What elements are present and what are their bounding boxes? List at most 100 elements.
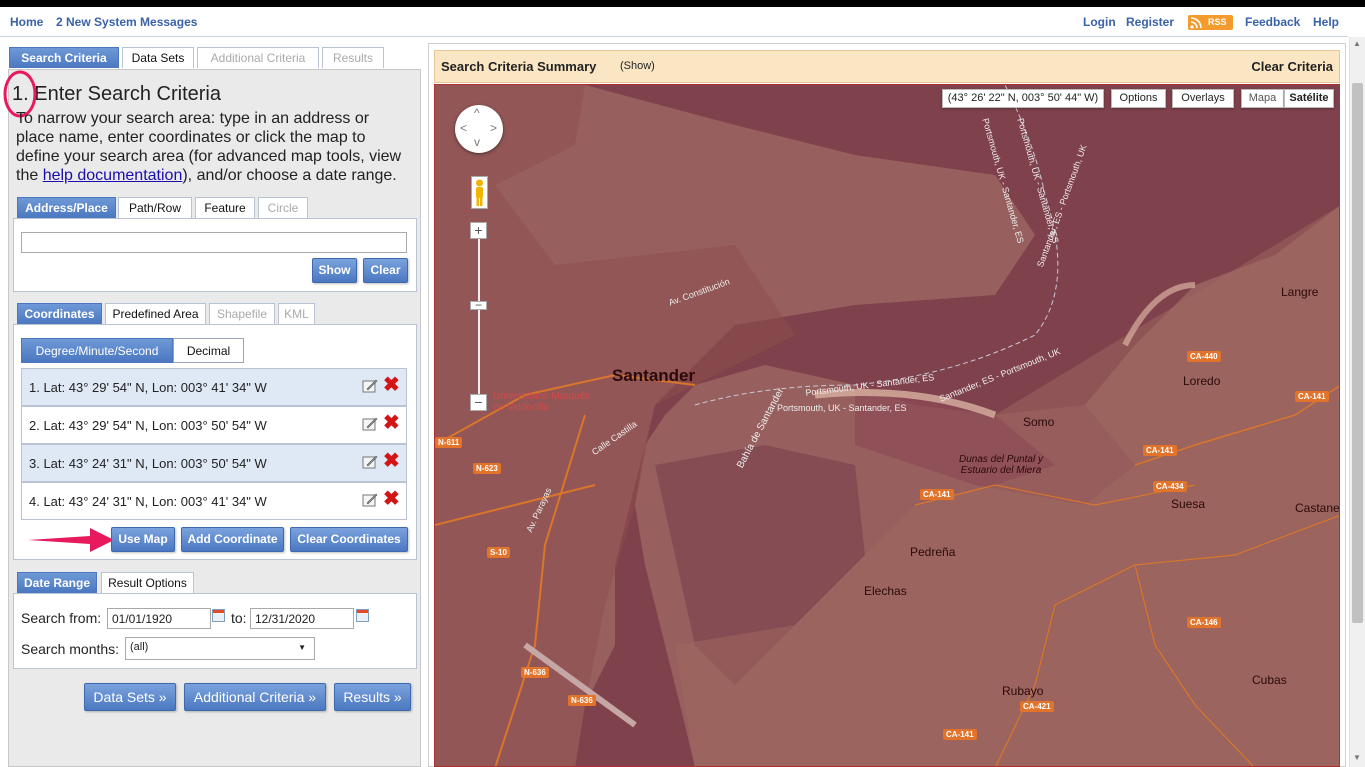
tab-predefined-area[interactable]: Predefined Area — [105, 303, 206, 324]
summary-title: Search Criteria Summary — [441, 59, 597, 74]
road-tag: CA-421 — [1020, 701, 1054, 712]
map-terrain — [435, 85, 1339, 766]
map-label-langre: Langre — [1281, 285, 1319, 299]
nav-feedback-link[interactable]: Feedback — [1245, 15, 1300, 29]
tab-result-options[interactable]: Result Options — [101, 572, 194, 593]
zoom-slider-handle[interactable]: − — [470, 299, 487, 311]
nav-help-link[interactable]: Help — [1313, 15, 1339, 29]
tab-date-range[interactable]: Date Range — [17, 572, 97, 593]
road-tag: S-10 — [487, 547, 510, 558]
map-label-hospital: Universitario Marqués de Valdecilla — [493, 391, 591, 413]
nav-messages-link[interactable]: 2 New System Messages — [56, 15, 197, 29]
coordinate-text: 2. Lat: 43° 29' 54" N, Lon: 003° 50' 54"… — [29, 418, 267, 433]
date-to-input[interactable]: 12/31/2020 — [250, 608, 354, 629]
delete-icon[interactable]: ✖ — [383, 451, 400, 471]
zoom-out-icon[interactable]: − — [470, 394, 487, 411]
map-type-satelite-button[interactable]: Satélite — [1284, 89, 1334, 108]
search-months-select[interactable]: (all) ▼ — [125, 637, 315, 660]
delete-icon[interactable]: ✖ — [383, 489, 400, 509]
date-to-label: to: — [231, 610, 247, 626]
tab-decimal[interactable]: Decimal — [173, 338, 244, 363]
tab-degree-minute-second[interactable]: Degree/Minute/Second — [21, 338, 173, 363]
scroll-up-icon[interactable]: ▲ — [1353, 39, 1361, 48]
calendar-icon[interactable] — [212, 609, 225, 622]
edit-icon[interactable] — [362, 416, 378, 432]
road-tag: N-611 — [435, 437, 463, 448]
help-documentation-link[interactable]: help documentation — [43, 167, 183, 184]
road-tag: N-636 — [521, 667, 549, 678]
annotation-arrow-icon — [28, 528, 114, 552]
rss-icon[interactable]: RSS — [1188, 15, 1233, 30]
zoom-slider-track[interactable] — [478, 223, 480, 403]
tab-address-place[interactable]: Address/Place — [17, 197, 116, 218]
tab-results[interactable]: Results — [322, 47, 384, 68]
road-tag: N-636 — [568, 695, 596, 706]
road-tag: CA-146 — [1187, 617, 1221, 628]
coordinate-readout: (43° 26' 22" N, 003° 50' 44" W) — [942, 89, 1104, 108]
use-map-button[interactable]: Use Map — [111, 527, 175, 552]
clear-criteria-link[interactable]: Clear Criteria — [1251, 59, 1333, 74]
tab-data-sets[interactable]: Data Sets — [122, 47, 194, 68]
road-tag: CA-141 — [1143, 445, 1177, 456]
step-title: Enter Search Criteria — [34, 83, 221, 105]
top-navigation: Home 2 New System Messages Login Registe… — [0, 7, 1348, 37]
tab-path-row[interactable]: Path/Row — [118, 197, 192, 218]
map-label-santander: Santander — [612, 366, 696, 385]
map-options-button[interactable]: Options — [1111, 89, 1166, 108]
additional-criteria-next-button[interactable]: Additional Criteria » — [184, 683, 326, 711]
road-tag: N-623 — [473, 463, 501, 474]
data-sets-next-button[interactable]: Data Sets » — [84, 683, 176, 711]
tab-circle[interactable]: Circle — [258, 197, 308, 218]
map-type-mapa-button[interactable]: Mapa — [1241, 89, 1284, 108]
tab-coordinates[interactable]: Coordinates — [17, 303, 102, 324]
edit-icon[interactable] — [362, 454, 378, 470]
calendar-icon[interactable] — [356, 609, 369, 622]
map-label-dunas: Dunas del Puntal y Estuario del Miera — [959, 454, 1043, 476]
nav-register-link[interactable]: Register — [1126, 15, 1174, 29]
road-tag: CA-141 — [1295, 391, 1329, 402]
map-label-cubas: Cubas — [1252, 673, 1287, 687]
map-view[interactable]: ^ v < > + − − Santander Universitario Ma… — [434, 84, 1340, 767]
tab-shapefile[interactable]: Shapefile — [209, 303, 275, 324]
clear-coordinates-button[interactable]: Clear Coordinates — [290, 527, 408, 552]
road-tag: CA-141 — [943, 729, 977, 740]
map-label-pedrena: Pedreña — [910, 545, 956, 559]
tab-feature[interactable]: Feature — [195, 197, 255, 218]
coordinate-text: 1. Lat: 43° 29' 54" N, Lon: 003° 41' 34"… — [29, 380, 267, 395]
delete-icon[interactable]: ✖ — [383, 375, 400, 395]
map-label-ferry-route: Portsmouth, UK - Santander, ES — [777, 403, 907, 413]
delete-icon[interactable]: ✖ — [383, 413, 400, 433]
scrollbar-thumb[interactable] — [1352, 83, 1363, 623]
address-input[interactable] — [21, 232, 407, 253]
search-from-label: Search from: — [21, 610, 102, 626]
road-tag: CA-440 — [1187, 351, 1221, 362]
results-next-button[interactable]: Results » — [334, 683, 411, 711]
edit-icon[interactable] — [362, 378, 378, 394]
rss-label: RSS — [1208, 17, 1227, 27]
tab-kml[interactable]: KML — [278, 303, 315, 324]
map-label-suesa: Suesa — [1171, 497, 1206, 511]
map-label-somo: Somo — [1023, 415, 1055, 429]
clear-address-button[interactable]: Clear — [363, 258, 408, 283]
nav-home-link[interactable]: Home — [10, 15, 43, 29]
show-button[interactable]: Show — [312, 258, 357, 283]
coordinate-text: 4. Lat: 43° 24' 31" N, Lon: 003° 41' 34"… — [29, 494, 267, 509]
coordinate-row: 3. Lat: 43° 24' 31" N, Lon: 003° 50' 54"… — [21, 444, 407, 482]
date-from-input[interactable]: 01/01/1920 — [107, 608, 211, 629]
add-coordinate-button[interactable]: Add Coordinate — [181, 527, 284, 552]
nav-login-link[interactable]: Login — [1083, 15, 1116, 29]
page-scrollbar[interactable]: ▲ ▼ — [1349, 37, 1365, 767]
pan-control-icon[interactable]: ^ v < > — [455, 105, 503, 153]
map-label-loredo: Loredo — [1183, 374, 1221, 388]
map-label-castanedo: Castaneo — [1295, 501, 1340, 515]
pegman-icon[interactable] — [471, 176, 488, 209]
coordinate-row: 4. Lat: 43° 24' 31" N, Lon: 003° 41' 34"… — [21, 482, 407, 520]
zoom-in-icon[interactable]: + — [470, 222, 487, 239]
coordinate-row: 1. Lat: 43° 29' 54" N, Lon: 003° 41' 34"… — [21, 368, 407, 406]
tab-additional-criteria[interactable]: Additional Criteria — [197, 47, 319, 68]
map-overlays-button[interactable]: Overlays — [1172, 89, 1234, 108]
summary-show-link[interactable]: (Show) — [620, 60, 655, 72]
edit-icon[interactable] — [362, 492, 378, 508]
scroll-down-icon[interactable]: ▼ — [1353, 753, 1361, 762]
tab-search-criteria[interactable]: Search Criteria — [9, 47, 119, 68]
